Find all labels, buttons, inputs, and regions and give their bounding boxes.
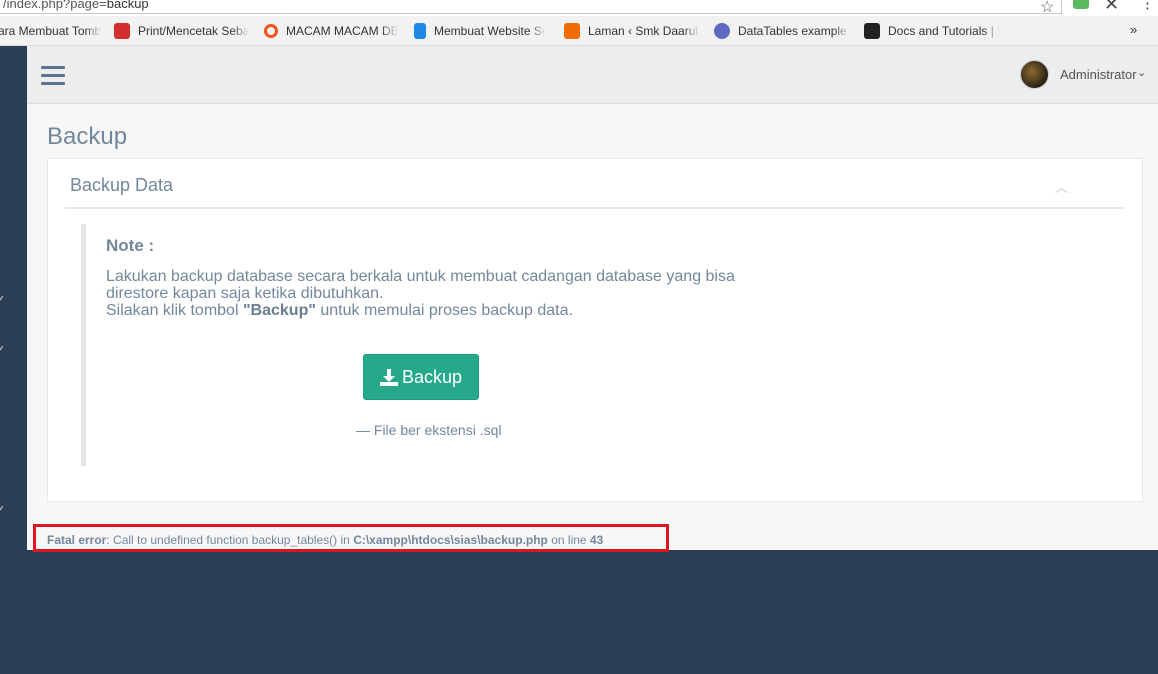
browser-toolbar: /index.php?page=backup ☆ ✕ ⋮ xyxy=(0,0,1158,16)
top-navbar: Administrator ⌄ xyxy=(27,46,1158,104)
close-icon[interactable]: ✕ xyxy=(1104,0,1119,15)
file-note: — File ber ekstensi .sql xyxy=(356,422,502,438)
bookmark-favicon-icon xyxy=(864,23,880,39)
error-on-line: on line xyxy=(547,533,590,547)
panel-title: Backup Data xyxy=(70,175,174,195)
avatar[interactable] xyxy=(1020,60,1049,89)
note-text: Lakukan backup database secara berkala u… xyxy=(106,268,766,319)
url-path: backup xyxy=(106,0,149,11)
divider xyxy=(65,207,1125,209)
error-label: Fatal error xyxy=(47,533,107,547)
note-line: Silakan klik tombol xyxy=(106,302,243,319)
bookmark-favicon-icon xyxy=(564,23,580,39)
bookmark-label: Laman ‹ Smk Daarul A xyxy=(588,24,700,38)
bookmark-favicon-icon xyxy=(714,23,730,39)
bookmark-label: ara Membuat Tomb xyxy=(0,24,102,38)
chevron-icon[interactable]: ✓ xyxy=(0,503,5,516)
bookmarks-overflow-icon[interactable]: » xyxy=(1130,22,1137,37)
bookmark-label: Print/Mencetak Seba xyxy=(138,24,250,38)
bookmark-label: MACAM MACAM DB xyxy=(286,24,398,38)
error-line-number: 43 xyxy=(589,533,604,547)
backup-button-label: Backup xyxy=(401,366,463,387)
note-emphasis: "Backup" xyxy=(242,302,316,319)
chevron-down-icon[interactable]: ⌄ xyxy=(1137,66,1146,79)
error-file: C:\xampp\htdocs\sias\backup.php xyxy=(353,533,548,547)
error-message: : Call to undefined function backup_tabl… xyxy=(106,533,354,547)
bookmark-item[interactable]: MACAM MACAM DB xyxy=(264,23,398,39)
bookmark-item[interactable]: DataTables example - xyxy=(714,23,850,39)
extension-icon[interactable] xyxy=(1073,0,1089,9)
bookmark-label: DataTables example - xyxy=(738,24,850,38)
bookmark-item[interactable]: Membuat Website Se xyxy=(414,23,546,39)
bookmark-item[interactable]: Laman ‹ Smk Daarul A xyxy=(564,23,700,39)
bookmarks-bar: ara Membuat Tomb Print/Mencetak Seba MAC… xyxy=(0,16,1158,46)
bookmark-item[interactable]: Print/Mencetak Seba xyxy=(114,23,249,39)
note-callout: Note : Lakukan backup database secara be… xyxy=(81,224,781,466)
sidebar: ✓ ✓ ✓ xyxy=(0,46,27,550)
bookmark-item[interactable]: Docs and Tutorials | M xyxy=(864,23,1000,39)
download-icon xyxy=(379,368,398,386)
note-line: Lakukan backup database secara berkala u… xyxy=(106,268,735,302)
bookmark-item[interactable]: ara Membuat Tomb xyxy=(0,23,101,39)
hamburger-menu-icon[interactable] xyxy=(41,66,65,85)
note-title: Note : xyxy=(106,236,155,255)
chevron-up-icon[interactable]: ︿ xyxy=(1055,177,1068,196)
address-bar[interactable]: /index.php?page=backup xyxy=(0,0,1062,14)
bookmark-favicon-icon xyxy=(264,24,278,38)
note-line: untuk memulai proses backup data. xyxy=(315,302,573,319)
fatal-error-box: Fatal error: Call to undefined function … xyxy=(33,524,669,552)
backup-panel: Backup Data ︿ Note : Lakukan backup data… xyxy=(47,158,1143,502)
page-title: Backup xyxy=(47,123,128,150)
bookmark-label: Docs and Tutorials | M xyxy=(888,24,1000,38)
bookmark-star-icon[interactable]: ☆ xyxy=(1040,0,1054,17)
menu-dots-icon[interactable]: ⋮ xyxy=(1140,0,1155,12)
bookmark-favicon-icon xyxy=(114,23,130,39)
bookmark-favicon-icon xyxy=(414,23,426,39)
chevron-icon[interactable]: ✓ xyxy=(0,343,5,356)
chevron-icon[interactable]: ✓ xyxy=(0,293,5,306)
fatal-error-message: Fatal error: Call to undefined function … xyxy=(47,533,603,547)
user-menu[interactable]: Administrator xyxy=(1060,67,1137,82)
url-prefix: /index.php?page= xyxy=(3,0,107,11)
backup-button[interactable]: Backup xyxy=(363,354,479,400)
bookmark-label: Membuat Website Se xyxy=(434,24,546,38)
main-content: Backup Backup Data ︿ Note : Lakukan back… xyxy=(27,104,1158,550)
